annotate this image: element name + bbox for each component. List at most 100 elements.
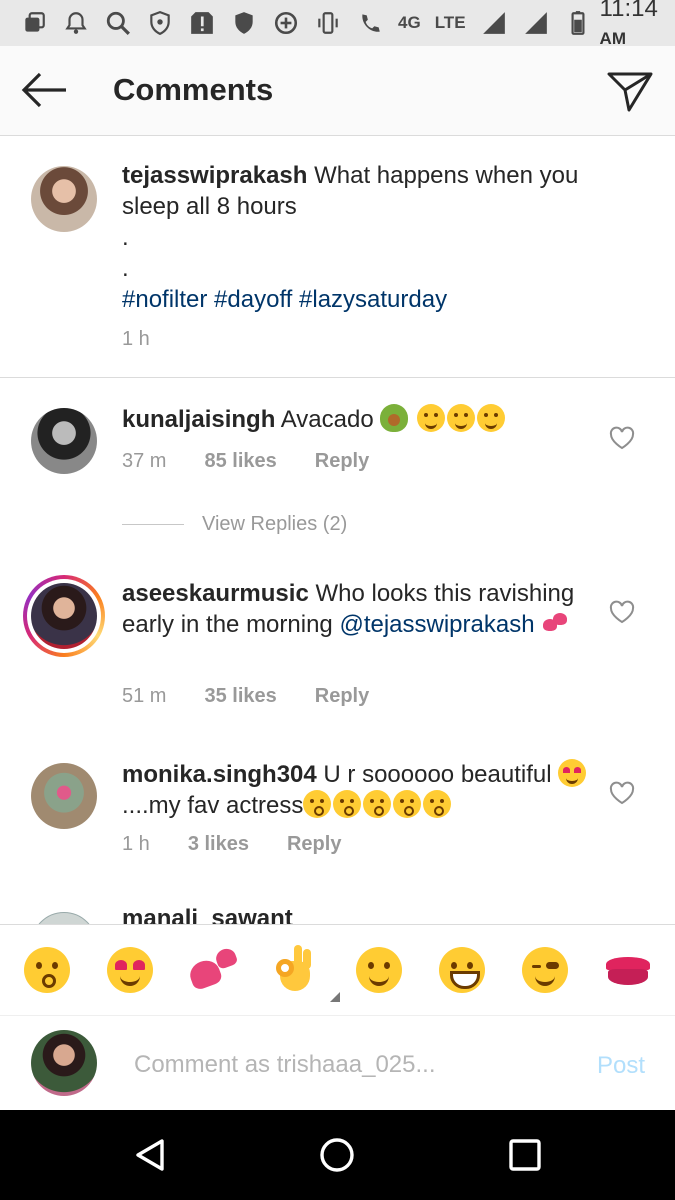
back-button[interactable]: [20, 70, 70, 110]
smiling-face-icon: [355, 947, 402, 993]
kissing-heart-emoji-icon: [303, 790, 332, 818]
page-title: Comments: [113, 72, 274, 107]
heart-eyes-icon: [107, 947, 154, 993]
username[interactable]: tejasswiprakash: [122, 162, 307, 189]
signal-icon: [480, 9, 508, 37]
gallery-notification-icon: [20, 9, 48, 37]
post-button[interactable]: Post: [597, 1052, 645, 1080]
emoji-quick-bar: [0, 924, 675, 1016]
hashtags[interactable]: #nofilter #dayoff #lazysaturday: [122, 284, 642, 315]
navigation-bar: [0, 1110, 675, 1200]
comment-time: 37 m: [122, 450, 167, 472]
comment-text: aseeskaurmusic Who looks this ravishing …: [122, 578, 592, 640]
emoji-winking-button[interactable]: [519, 944, 571, 996]
emoji-grinning-button[interactable]: [436, 944, 488, 996]
ok-hand-icon: [274, 945, 318, 995]
avatar[interactable]: [31, 763, 97, 829]
kiss-mark-icon: [604, 953, 652, 987]
reply-button[interactable]: Reply: [315, 450, 369, 473]
shield-icon: [146, 9, 174, 37]
heart-eyes-emoji-icon: [558, 759, 587, 787]
squinting-tongue-emoji-icon: [447, 404, 476, 432]
username[interactable]: monika.singh304: [122, 761, 317, 788]
caption: tejasswiprakash What happens when you sl…: [0, 136, 675, 378]
share-button[interactable]: [607, 68, 653, 114]
likes-count[interactable]: 3 likes: [188, 833, 249, 856]
caption-dot: .: [122, 255, 129, 282]
emoji-two-hearts-button[interactable]: [186, 944, 239, 996]
reply-button[interactable]: Reply: [315, 685, 369, 708]
username[interactable]: aseeskaurmusic: [122, 580, 309, 607]
caption-dot: .: [122, 224, 129, 251]
comment-item: kunaljaisingh Avacado 37 m 85 likes Repl…: [0, 378, 675, 578]
avatar: [31, 1030, 97, 1096]
back-triangle-icon[interactable]: [130, 1135, 170, 1175]
kissing-heart-emoji-icon: [363, 790, 392, 818]
emoji-heart-eyes-button[interactable]: [104, 944, 156, 996]
divider: [122, 524, 184, 525]
kissing-heart-icon: [24, 947, 71, 993]
username[interactable]: kunaljaisingh: [122, 406, 275, 433]
emoji-kissing-heart-button[interactable]: [21, 944, 73, 996]
username[interactable]: manali_sawant: [122, 902, 293, 924]
winking-face-icon: [521, 947, 568, 993]
status-icons: 4G LTE: [20, 9, 592, 37]
caption-text: tejasswiprakash What happens when you sl…: [122, 160, 642, 315]
comment-meta: 37 m 85 likes Reply: [122, 450, 369, 473]
heart-icon[interactable]: [609, 781, 635, 805]
status-bar: 4G LTE 11:14 AM: [0, 0, 675, 48]
caption-time: 1 h: [122, 328, 150, 350]
comment-meta: 51 m 35 likes Reply: [122, 685, 369, 708]
comment-text: monika.singh304 U r soooooo beautiful ..…: [122, 759, 602, 821]
arrow-left-icon: [21, 72, 66, 108]
comment-time: 51 m: [122, 685, 167, 707]
kissing-heart-emoji-icon: [393, 790, 422, 818]
signal-2-icon: [522, 9, 550, 37]
squinting-tongue-emoji-icon: [417, 404, 446, 432]
comment-item: aseeskaurmusic Who looks this ravishing …: [0, 552, 675, 742]
alert-icon: [188, 9, 216, 37]
time-value: 11:14: [599, 0, 658, 22]
comment-input[interactable]: [134, 1044, 564, 1086]
avatar[interactable]: [31, 166, 97, 232]
likes-count[interactable]: 85 likes: [204, 450, 276, 473]
kissing-heart-emoji-icon: [333, 790, 362, 818]
home-circle-icon[interactable]: [317, 1135, 357, 1175]
network-label: LTE: [434, 13, 466, 32]
view-replies-label: View Replies (2): [202, 513, 348, 535]
avocado-emoji-icon: [380, 404, 409, 432]
comment-item: monika.singh304 U r soooooo beautiful ..…: [0, 733, 675, 913]
avatar[interactable]: [31, 408, 97, 474]
likes-count[interactable]: 35 likes: [204, 685, 276, 708]
mention-link[interactable]: @tejasswiprakash: [339, 611, 534, 638]
vibrate-icon: [314, 9, 342, 37]
recents-square-icon[interactable]: [505, 1135, 545, 1175]
squinting-tongue-emoji-icon: [477, 404, 506, 432]
bell-icon: [62, 9, 90, 37]
comment-text: kunaljaisingh Avacado: [122, 404, 592, 435]
comment-meta: 1 h 3 likes Reply: [122, 833, 341, 856]
status-time: 11:14 AM: [600, 0, 661, 51]
skin-tone-indicator: [330, 992, 341, 1002]
wifi-calling-icon: [356, 9, 384, 37]
emoji-smiling-button[interactable]: [353, 944, 405, 996]
kissing-heart-emoji-icon: [423, 790, 452, 818]
comment-composer: Post: [0, 1016, 675, 1110]
grinning-face-icon: [438, 947, 485, 993]
heart-icon[interactable]: [609, 426, 635, 450]
reply-button[interactable]: Reply: [287, 833, 341, 856]
data-saver-icon: [272, 9, 300, 37]
battery-icon: [564, 9, 592, 37]
network-type: 4G: [398, 13, 421, 32]
paper-plane-icon: [607, 72, 653, 112]
two-hearts-emoji-icon: [541, 609, 569, 637]
comment-body: Avacado: [280, 406, 374, 433]
emoji-ok-hand-button[interactable]: [270, 944, 341, 1002]
heart-icon[interactable]: [609, 600, 635, 624]
comment-time: 1 h: [122, 833, 150, 855]
comment-body-2: ....my fav actress: [122, 792, 304, 819]
comment-body: U r soooooo beautiful: [323, 761, 552, 788]
avatar[interactable]: [31, 912, 97, 924]
view-replies-button[interactable]: View Replies (2): [122, 513, 347, 536]
emoji-kiss-mark-button[interactable]: [602, 944, 654, 996]
